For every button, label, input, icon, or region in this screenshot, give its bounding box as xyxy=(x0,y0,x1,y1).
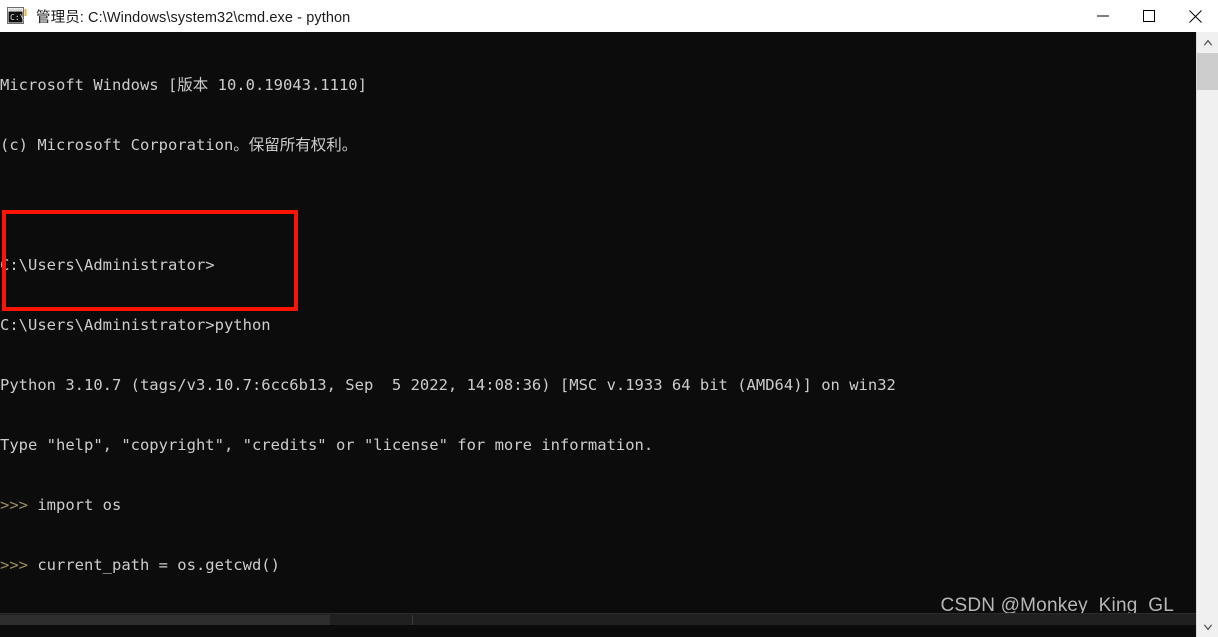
horizontal-scrollbar[interactable] xyxy=(0,613,1196,625)
title-bar[interactable]: C:\ 管理员: C:\Windows\system32\cmd.exe - p… xyxy=(0,0,1218,33)
console-line: >>> current_path = os.getcwd() xyxy=(0,556,280,574)
console-output-area[interactable]: Microsoft Windows [版本 10.0.19043.1110] (… xyxy=(0,32,1196,625)
console-line: >>> import os xyxy=(0,496,122,514)
svg-text:C:\: C:\ xyxy=(10,13,25,22)
console-line: Python 3.10.7 (tags/v3.10.7:6cc6b13, Sep… xyxy=(0,376,896,394)
vertical-scrollbar-thumb[interactable] xyxy=(1197,53,1218,90)
vertical-scrollbar[interactable] xyxy=(1196,32,1218,637)
horizontal-scrollbar-track-mark xyxy=(412,615,413,625)
repl-prompt: >>> xyxy=(0,556,28,574)
console-line: (c) Microsoft Corporation。保留所有权利。 xyxy=(0,136,358,154)
repl-prompt: >>> xyxy=(0,496,28,514)
window-title: 管理员: C:\Windows\system32\cmd.exe - pytho… xyxy=(36,9,351,26)
console-line: C:\Users\Administrator>python xyxy=(0,316,271,334)
scroll-down-arrow-icon[interactable] xyxy=(1197,617,1218,637)
close-button[interactable] xyxy=(1172,0,1218,32)
console-line: C:\Users\Administrator> xyxy=(0,256,215,274)
cmd-console-icon: C:\ xyxy=(7,7,27,25)
console-line-list: Microsoft Windows [版本 10.0.19043.1110] (… xyxy=(0,35,1196,625)
window-controls xyxy=(1080,0,1218,32)
scroll-up-arrow-icon[interactable] xyxy=(1197,32,1218,52)
console-line: Type "help", "copyright", "credits" or "… xyxy=(0,436,654,454)
minimize-button[interactable] xyxy=(1080,0,1126,32)
console-line: Microsoft Windows [版本 10.0.19043.1110] xyxy=(0,76,367,94)
maximize-button[interactable] xyxy=(1126,0,1172,32)
horizontal-scrollbar-thumb[interactable] xyxy=(0,615,330,625)
cmd-window: C:\ 管理员: C:\Windows\system32\cmd.exe - p… xyxy=(0,0,1218,637)
